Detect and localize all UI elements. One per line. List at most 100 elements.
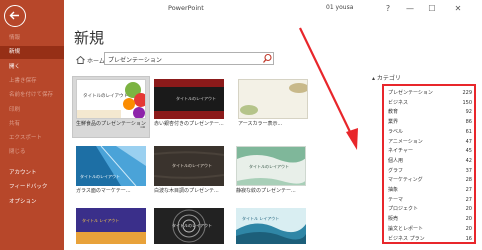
- category-count: 61: [465, 128, 472, 135]
- category-count: 42: [465, 157, 472, 164]
- sidebar-item-info[interactable]: 情報: [0, 32, 64, 45]
- template-thumbnail: タイトルのレイアウト: [154, 208, 224, 244]
- category-count: 16: [465, 235, 472, 242]
- category-item[interactable]: プロジェクト 20: [388, 205, 472, 214]
- category-name: マーケティング: [388, 177, 423, 184]
- template-thumbnail: タイトルのレイアウト: [154, 79, 224, 119]
- category-name: ネイチャー: [388, 148, 413, 155]
- category-name: 論文とレポート: [388, 225, 424, 232]
- thumbnail-title: タイトルのレイアウト: [83, 94, 128, 99]
- category-count: 150: [462, 99, 472, 106]
- thumbnail-title: タイトル レイアウト: [242, 216, 280, 221]
- sidebar-item-export[interactable]: エクスポート: [0, 132, 64, 145]
- template-thumbnail: タイトルのレイアウト: [154, 146, 224, 186]
- category-name: テーマ: [388, 196, 404, 203]
- category-item[interactable]: 教育 92: [388, 108, 472, 117]
- template-caption: 赤い銀杏付きのプレゼンテー...: [154, 121, 224, 127]
- category-item[interactable]: マーケティング 28: [388, 176, 472, 185]
- template-caption: アースカラー表示...: [238, 121, 283, 127]
- category-name: アニメーション: [388, 138, 423, 145]
- category-count: 47: [465, 138, 472, 145]
- sidebar-item-share[interactable]: 共有: [0, 118, 64, 131]
- thumbnail-title: タイトルのレイアウト: [176, 96, 216, 101]
- app-title: PowerPoint: [168, 4, 204, 12]
- category-count: 37: [465, 167, 472, 174]
- category-count: 229: [462, 90, 472, 96]
- category-name: プレゼンテーション: [388, 90, 433, 96]
- template-caption: 白波な木目調のプレゼンテ...: [154, 188, 219, 194]
- category-item[interactable]: ネイチャー 45: [388, 147, 472, 156]
- backstage-sidebar: 情報 新規 開く 上書き保存 名前を付けて保存 印刷 共有 エクスポート 閉じる…: [0, 0, 64, 250]
- template-thumbnail: タイトル レイアウト: [236, 208, 306, 244]
- category-name: プロジェクト: [388, 206, 419, 213]
- pin-icon[interactable]: ⊸: [140, 124, 145, 131]
- category-item[interactable]: アニメーション 47: [388, 138, 472, 147]
- back-button[interactable]: [4, 5, 26, 27]
- category-item[interactable]: テーマ 27: [388, 196, 472, 205]
- category-item[interactable]: ビジネス プラン 16: [388, 235, 472, 244]
- category-item[interactable]: 論文とレポート 20: [388, 225, 472, 234]
- thumbnail-title: タイトルのレイアウト: [172, 163, 212, 168]
- category-name: グラフ: [388, 167, 404, 174]
- maximize-button[interactable]: ☐: [426, 3, 438, 14]
- thumbnail-title: タイトルのレイアウト: [80, 174, 120, 179]
- sidebar-item-options[interactable]: オプション: [0, 196, 64, 209]
- category-name: ビジネス: [388, 99, 409, 106]
- category-name: 業界: [388, 119, 399, 126]
- search-input[interactable]: プレゼンテーション: [104, 52, 274, 65]
- sidebar-item-print[interactable]: 印刷: [0, 104, 64, 117]
- sidebar-item-save-as[interactable]: 名前を付けて保存: [0, 89, 64, 102]
- sidebar-item-feedback[interactable]: フィードバック: [0, 181, 64, 194]
- category-item[interactable]: ラベル 61: [388, 128, 472, 137]
- template-caption: ガラス面のマーケテー...: [76, 188, 131, 194]
- category-count: 20: [465, 206, 472, 213]
- template-thumbnail: [238, 79, 308, 119]
- category-name: 教育: [388, 109, 399, 116]
- produce-image: [77, 82, 145, 118]
- close-button[interactable]: ✕: [452, 3, 464, 14]
- category-header-label: カテゴリ: [376, 75, 401, 82]
- category-item[interactable]: 個人用 42: [388, 157, 472, 166]
- category-item[interactable]: グラフ 37: [388, 167, 472, 176]
- thumbnail-title: タイトルのレイアウト: [172, 223, 212, 228]
- minimize-button[interactable]: —: [404, 3, 416, 14]
- category-name: ラベル: [388, 128, 404, 135]
- category-count: 20: [465, 216, 472, 223]
- page-title: 新規: [74, 29, 105, 47]
- category-item[interactable]: プレゼンテーション 229: [388, 89, 472, 98]
- thumbnail-title: タイトル レイアウト: [82, 218, 120, 223]
- back-arrow-icon: [9, 11, 19, 20]
- category-name: 販売: [388, 216, 399, 223]
- sidebar-item-close[interactable]: 閉じる: [0, 146, 64, 159]
- search-value: プレゼンテーション: [108, 57, 162, 64]
- category-count: 28: [465, 177, 472, 184]
- category-item[interactable]: 抽象 27: [388, 186, 472, 195]
- sidebar-item-account[interactable]: アカウント: [0, 167, 64, 180]
- category-list: プレゼンテーション 229 ビジネス 150 教育 92 業界 86 ラベル 61 アニメ…: [382, 84, 476, 244]
- home-link[interactable]: ホーム: [87, 56, 105, 65]
- user-name[interactable]: 01 yousa: [326, 4, 353, 11]
- template-thumbnail: タイトルのレイアウト: [76, 146, 146, 186]
- category-header[interactable]: ▴ カテゴリ: [372, 73, 401, 82]
- category-item[interactable]: 販売 20: [388, 215, 472, 224]
- category-name: ビジネス プラン: [388, 235, 425, 242]
- title-bar: [64, 0, 482, 20]
- template-caption: 静寂な紋のプレゼンテー...: [236, 188, 296, 194]
- template-caption: 生鮮食品のプレゼンテーション: [76, 121, 146, 127]
- category-count: 92: [465, 109, 472, 116]
- leaf-pattern: [240, 83, 307, 115]
- sidebar-item-save[interactable]: 上書き保存: [0, 75, 64, 88]
- category-item[interactable]: 業界 86: [388, 118, 472, 127]
- wave-pattern: [236, 223, 306, 244]
- category-count: 20: [465, 225, 472, 232]
- template-thumbnail: タイトルのレイアウト: [236, 146, 306, 186]
- category-name: 個人用: [388, 157, 404, 164]
- sidebar-item-new[interactable]: 新規: [0, 46, 64, 59]
- home-icon[interactable]: [76, 56, 85, 64]
- category-count: 27: [465, 196, 472, 203]
- category-count: 45: [465, 148, 472, 155]
- category-item[interactable]: ビジネス 150: [388, 99, 472, 108]
- help-button[interactable]: ?: [382, 3, 394, 14]
- search-icon[interactable]: [260, 53, 274, 64]
- sidebar-item-open[interactable]: 開く: [0, 61, 64, 74]
